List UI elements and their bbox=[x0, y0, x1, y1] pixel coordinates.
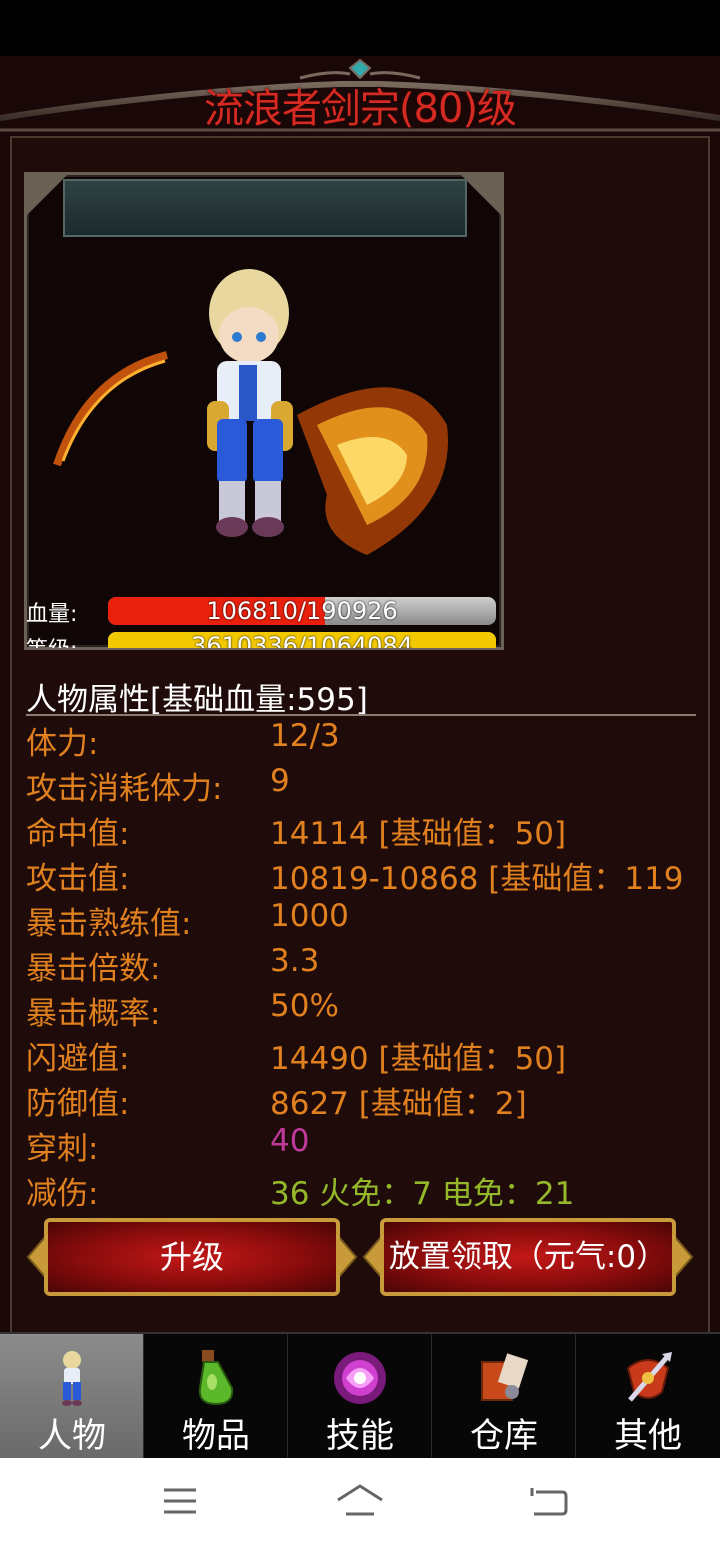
divider bbox=[26, 714, 696, 716]
game-screen: 流浪者剑宗(80)级 血量: 106810/190926 3610336/106… bbox=[0, 56, 720, 1332]
tab-items-label: 物品 bbox=[182, 1416, 250, 1456]
tab-warehouse[interactable]: 仓库 bbox=[432, 1334, 576, 1458]
attribute-row: 减伤: 36 火免：7 电免：21 bbox=[0, 1168, 696, 1213]
attribute-label: 攻击值: bbox=[26, 861, 130, 897]
attribute-value: 40 bbox=[270, 1123, 310, 1159]
tab-other[interactable]: 其他 bbox=[576, 1334, 720, 1458]
idle-claim-button[interactable]: 放置领取（元气:0） bbox=[360, 1212, 696, 1302]
attribute-label: 体力: bbox=[26, 726, 99, 762]
tab-skills-label: 技能 bbox=[326, 1416, 394, 1456]
attribute-value: 12/3 bbox=[270, 718, 340, 754]
idle-claim-button-label: 放置领取（元气:0） bbox=[388, 1239, 668, 1275]
upgrade-button[interactable]: 升级 bbox=[24, 1212, 360, 1302]
attribute-value: 3.3 bbox=[270, 943, 320, 979]
attribute-row: 闪避值: 14490 [基础值：50] bbox=[0, 1033, 696, 1078]
level-bar: 3610336/1064084 bbox=[108, 632, 496, 648]
attribute-label: 闪避值: bbox=[26, 1041, 130, 1077]
warehouse-icon bbox=[481, 1353, 529, 1401]
tab-other-label: 其他 bbox=[614, 1416, 682, 1456]
bottom-tab-bar: 人物 物品 技能 仓库 其他 bbox=[0, 1332, 720, 1458]
attribute-value: 9 bbox=[270, 763, 290, 799]
tab-skills[interactable]: 技能 bbox=[288, 1334, 432, 1458]
attribute-row: 攻击消耗体力: 9 bbox=[0, 763, 696, 808]
hp-label: 血量: bbox=[26, 602, 78, 627]
attribute-row: 暴击熟练值: 1000 bbox=[0, 898, 696, 943]
attribute-label: 暴击概率: bbox=[26, 996, 161, 1032]
attribute-row: 暴击倍数: 3.3 bbox=[0, 943, 696, 988]
tab-character[interactable]: 人物 bbox=[0, 1334, 144, 1458]
home-icon[interactable] bbox=[330, 1478, 390, 1524]
attribute-label: 暴击倍数: bbox=[26, 951, 161, 987]
status-bar bbox=[0, 0, 720, 56]
attribute-value: 36 火免：7 电免：21 bbox=[270, 1176, 575, 1212]
attribute-row: 体力: 12/3 bbox=[0, 718, 696, 763]
character-sprite bbox=[27, 175, 501, 555]
attribute-value: 1000 bbox=[270, 898, 349, 934]
level-label: 等级: bbox=[26, 632, 77, 648]
character-icon bbox=[62, 1351, 82, 1406]
system-nav-bar bbox=[0, 1458, 720, 1544]
tab-warehouse-label: 仓库 bbox=[470, 1416, 538, 1456]
back-icon[interactable] bbox=[518, 1478, 578, 1524]
attribute-label: 防御值: bbox=[26, 1086, 130, 1122]
attribute-row: 命中值: 14114 [基础值：50] bbox=[0, 808, 696, 853]
attribute-label: 减伤: bbox=[26, 1176, 99, 1212]
character-title: 流浪者剑宗(80)级 bbox=[203, 86, 517, 132]
attribute-label: 命中值: bbox=[26, 816, 130, 852]
attributes-header: 人物属性[基础血量:595] bbox=[26, 682, 368, 718]
skill-orb-icon bbox=[334, 1352, 386, 1404]
attribute-value: 10819-10868 [基础值：119 bbox=[270, 861, 684, 897]
attribute-value: 14490 [基础值：50] bbox=[270, 1041, 567, 1077]
character-portrait bbox=[24, 172, 504, 650]
level-value: 3610336/1064084 bbox=[191, 632, 413, 648]
menu-icon[interactable] bbox=[150, 1478, 210, 1524]
attribute-row: 穿刺: 40 bbox=[0, 1123, 696, 1168]
attribute-label: 攻击消耗体力: bbox=[26, 771, 223, 807]
attribute-row: 攻击值: 10819-10868 [基础值：119 bbox=[0, 853, 696, 898]
potion-icon bbox=[198, 1350, 234, 1406]
attribute-row: 防御值: 8627 [基础值：2] bbox=[0, 1078, 696, 1123]
tab-items[interactable]: 物品 bbox=[144, 1334, 288, 1458]
level-row-clip: 等级: 3610336/1064084 bbox=[24, 630, 504, 648]
attribute-label: 穿刺: bbox=[26, 1131, 99, 1167]
sword-shield-icon bbox=[626, 1352, 672, 1402]
attribute-value: 14114 [基础值：50] bbox=[270, 816, 567, 852]
hp-value: 106810/190926 bbox=[206, 597, 398, 625]
attribute-row: 暴击概率: 50% bbox=[0, 988, 696, 1033]
attribute-label: 暴击熟练值: bbox=[26, 906, 192, 942]
hp-bar: 106810/190926 bbox=[108, 597, 496, 625]
attribute-value: 50% bbox=[270, 988, 339, 1024]
attribute-value: 8627 [基础值：2] bbox=[270, 1086, 527, 1122]
upgrade-button-label: 升级 bbox=[159, 1238, 224, 1276]
tab-character-label: 人物 bbox=[38, 1416, 106, 1456]
